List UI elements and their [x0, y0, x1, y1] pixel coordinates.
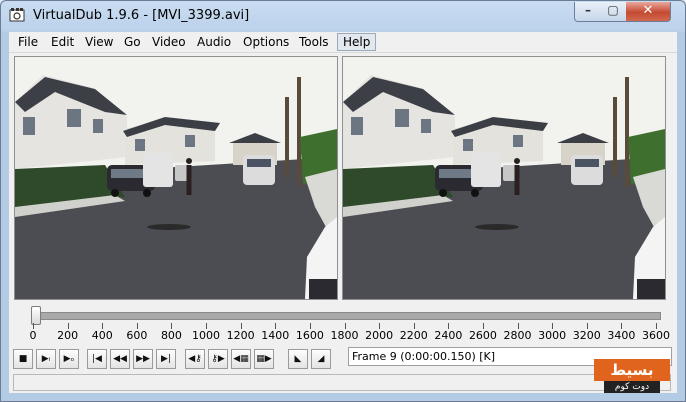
next-keyframe-button[interactable]: ⚷▶ [208, 349, 228, 369]
minimize-icon: – [585, 3, 591, 17]
timeline-tick-label: 2600 [468, 329, 497, 342]
timeline-tick-label: 1400 [261, 329, 290, 342]
play-output-button[interactable]: ▶ₒ [59, 349, 79, 369]
title-bar[interactable]: VirtualDub 1.9.6 - [MVI_3399.avi] – ▢ ✕ [1, 1, 685, 31]
maximize-icon: ▢ [607, 3, 619, 17]
timeline-tick-label: 600 [126, 329, 148, 342]
menu-edit[interactable]: Edit [46, 34, 79, 50]
timeline-tick-label: 2200 [399, 329, 428, 342]
timeline-tick-label: 800 [160, 329, 182, 342]
menu-help[interactable]: Help [337, 33, 377, 51]
timeline-tick-label: 3200 [572, 329, 601, 342]
timeline-tick-label: 2400 [434, 329, 463, 342]
play-input-button[interactable]: ▶ᵢ [36, 349, 56, 369]
go-to-start-button[interactable]: |◀ [87, 349, 107, 369]
virtualdub-app-icon[interactable] [9, 7, 25, 23]
mark-out-button[interactable]: ◢ [311, 349, 331, 369]
maximize-button[interactable]: ▢ [600, 2, 627, 22]
watermark-sub-text: دوت كوم [604, 381, 660, 393]
go-to-end-button[interactable]: ▶| [156, 349, 176, 369]
next-keyframe-icon: ⚷▶ [211, 354, 225, 364]
menu-bar: File Edit View Go Video Audio Options To… [9, 32, 677, 53]
play-output-icon: ▶ₒ [63, 354, 75, 364]
input-video-frame [15, 57, 337, 299]
mark-in-button[interactable]: ◣ [288, 349, 308, 369]
timeline-tick-label: 1200 [226, 329, 255, 342]
stop-icon: ■ [18, 354, 28, 364]
menu-audio[interactable]: Audio [192, 34, 236, 50]
timeline-tick-label: 1600 [295, 329, 324, 342]
mark-in-icon: ◣ [294, 354, 302, 364]
previous-keyframe-button[interactable]: ◀⚷ [185, 349, 205, 369]
timeline-tick-label: 400 [91, 329, 113, 342]
previous-scene-button[interactable]: ◀▦ [231, 349, 251, 369]
step-forward-button[interactable]: ▶▶ [133, 349, 153, 369]
output-video-pane[interactable] [342, 56, 666, 300]
timeline-tick-label: 2000 [365, 329, 394, 342]
close-button[interactable]: ✕ [626, 2, 671, 22]
close-icon: ✕ [642, 3, 654, 18]
timeline-tick-label: 1800 [330, 329, 359, 342]
go-to-end-icon: ▶| [161, 354, 171, 364]
menu-go[interactable]: Go [119, 34, 146, 50]
timeline-tick-label: 0 [29, 329, 37, 342]
step-backward-icon: ◀◀ [113, 354, 127, 364]
next-scene-button[interactable]: ▦▶ [254, 349, 274, 369]
application-window: VirtualDub 1.9.6 - [MVI_3399.avi] – ▢ ✕ … [0, 0, 686, 402]
play-input-icon: ▶ᵢ [41, 354, 51, 364]
step-forward-icon: ▶▶ [136, 354, 150, 364]
timeline-tick-label: 200 [57, 329, 79, 342]
output-video-frame [343, 57, 665, 299]
main-client-area: 0 200 400 600 800 1000 1200 1400 1600 1800 2000 220… [9, 53, 677, 393]
status-bar [13, 374, 671, 391]
site-watermark-logo: بسيط دوت كوم [594, 359, 670, 393]
timeline-tick-label: 3000 [538, 329, 567, 342]
next-scene-icon: ▦▶ [256, 354, 272, 364]
mark-out-icon: ◢ [317, 354, 325, 364]
menu-file[interactable]: File [13, 34, 43, 50]
timeline-tick-label: 1000 [192, 329, 221, 342]
menu-options[interactable]: Options [238, 34, 294, 50]
minimize-button[interactable]: – [574, 2, 602, 22]
previous-scene-icon: ◀▦ [233, 354, 249, 364]
timeline-tick-label: 3400 [607, 329, 636, 342]
step-backward-button[interactable]: ◀◀ [110, 349, 130, 369]
previous-keyframe-icon: ◀⚷ [188, 354, 202, 364]
watermark-main-text: بسيط [594, 359, 670, 381]
stop-button[interactable]: ■ [13, 349, 33, 369]
input-video-pane[interactable] [14, 56, 338, 300]
timeline-tick-label: 3600 [642, 329, 670, 342]
menu-tools[interactable]: Tools [294, 34, 334, 50]
menu-video[interactable]: Video [147, 34, 191, 50]
timeline-tick-label: 2800 [503, 329, 532, 342]
go-to-start-icon: |◀ [92, 354, 102, 364]
window-title: VirtualDub 1.9.6 - [MVI_3399.avi] [33, 8, 250, 23]
timeline-track[interactable] [31, 312, 661, 320]
menu-view[interactable]: View [80, 34, 118, 50]
